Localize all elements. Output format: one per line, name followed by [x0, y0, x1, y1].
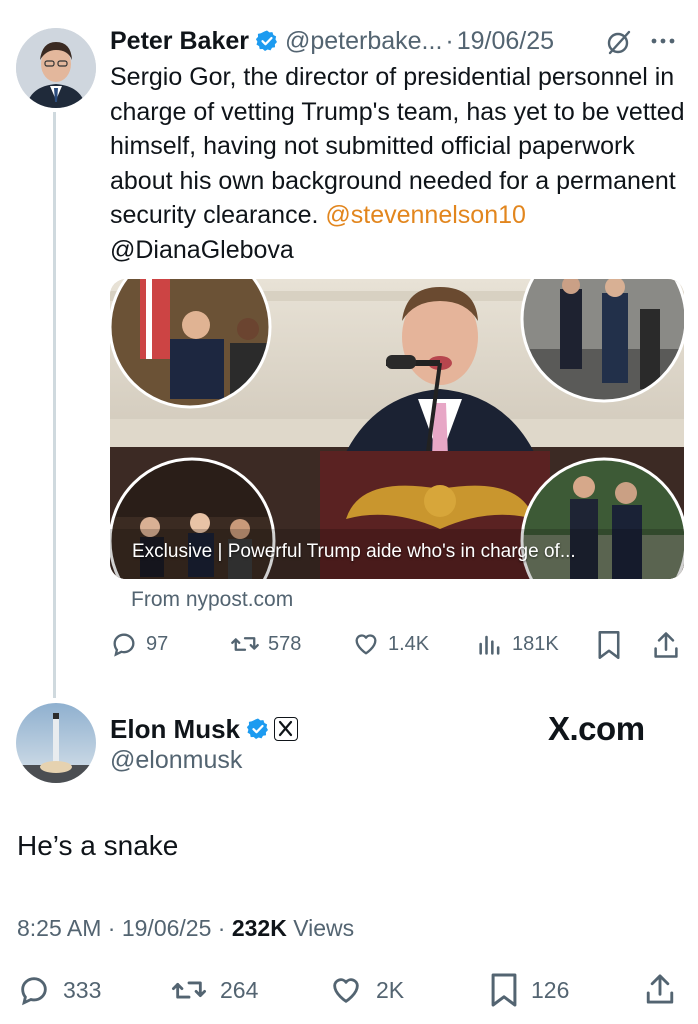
- heart-icon: [333, 978, 359, 1003]
- bookmark-icon[interactable]: [596, 630, 622, 660]
- share-icon[interactable]: [644, 972, 676, 1006]
- like-count: 2K: [376, 976, 405, 1003]
- like-button[interactable]: 2K: [328, 970, 404, 1010]
- views-label: Views: [293, 915, 355, 941]
- post-time[interactable]: 8:25 AM: [17, 915, 101, 941]
- x-com-brand: X.com: [548, 710, 645, 747]
- thread-line: [53, 112, 56, 698]
- link-preview-card[interactable]: Exclusive | Powerful Trump aide who's in…: [110, 279, 684, 579]
- post-date[interactable]: 19/06/25: [457, 27, 554, 56]
- views-button[interactable]: 181K: [476, 626, 559, 662]
- main-post-text: He’s a snake: [17, 830, 179, 861]
- repost-icon: [231, 637, 259, 651]
- card-source[interactable]: From nypost.com: [131, 588, 293, 612]
- mention-link[interactable]: @stevennelson10: [325, 201, 526, 229]
- reply-button[interactable]: 97: [110, 626, 168, 662]
- x-affiliate-badge-icon[interactable]: [274, 717, 299, 741]
- separator-dot: ·: [445, 26, 454, 55]
- views-count: 232K: [231, 915, 287, 941]
- reply-count: 333: [63, 976, 102, 1003]
- card-caption: Exclusive | Powerful Trump aide who's in…: [132, 541, 576, 562]
- author-name[interactable]: Peter Baker: [110, 27, 249, 56]
- share-icon[interactable]: [652, 630, 680, 660]
- repost-icon: [172, 981, 206, 999]
- article-image: [110, 279, 684, 579]
- repost-button[interactable]: 578: [230, 626, 301, 662]
- separator-dot: ·: [217, 915, 226, 941]
- quoted-post-text: Sergio Gor, the director of presidential…: [110, 60, 690, 267]
- repost-count: 578: [268, 632, 302, 655]
- views-chart-icon: [479, 635, 500, 655]
- like-count: 1.4K: [388, 632, 430, 655]
- like-button[interactable]: 1.4K: [352, 626, 429, 662]
- heart-icon: [355, 634, 377, 655]
- mention-link[interactable]: @DianaGlebova: [110, 236, 294, 264]
- grok-icon[interactable]: [605, 28, 633, 56]
- reply-icon: [21, 977, 47, 1006]
- author-handle[interactable]: @peterbake...: [285, 27, 442, 56]
- verified-badge-icon: [255, 30, 277, 51]
- more-options-icon[interactable]: [650, 37, 676, 45]
- reply-count: 97: [146, 632, 169, 655]
- author-name[interactable]: Elon Musk: [110, 714, 240, 745]
- verified-badge-icon: [246, 718, 269, 739]
- peter-baker-avatar[interactable]: [16, 28, 96, 108]
- bookmark-count: 126: [531, 976, 570, 1003]
- elon-musk-avatar[interactable]: [16, 703, 96, 783]
- views-count: 181K: [512, 632, 559, 655]
- reply-button[interactable]: 333: [17, 970, 101, 1010]
- reply-icon: [113, 633, 135, 657]
- author-handle[interactable]: @elonmusk: [110, 746, 242, 775]
- repost-button[interactable]: 264: [170, 970, 258, 1010]
- quoted-post-header: Peter Baker @peterbake... · 19/06/25: [110, 24, 554, 58]
- post-meta: 8:25 AM · 19/06/25 · 232K Views: [17, 915, 354, 942]
- separator-dot: ·: [107, 915, 116, 941]
- post-date[interactable]: 19/06/25: [122, 915, 212, 941]
- repost-count: 264: [220, 976, 259, 1003]
- bookmark-button[interactable]: 126: [489, 970, 569, 1010]
- bookmark-icon: [491, 973, 517, 1007]
- main-post-author-row: Elon Musk: [110, 712, 299, 746]
